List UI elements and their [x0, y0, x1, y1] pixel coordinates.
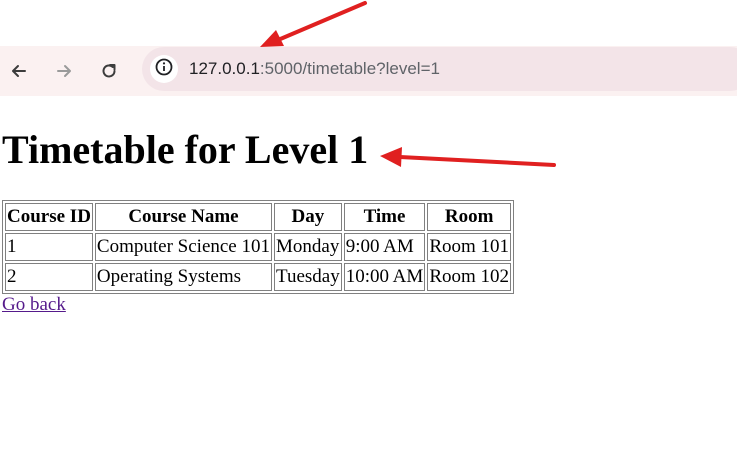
table-row: 2 Operating Systems Tuesday 10:00 AM Roo… [5, 263, 512, 291]
table-cell: Room 102 [427, 263, 512, 291]
column-header: Time [343, 203, 426, 231]
page-content: Timetable for Level 1 Course ID Course N… [2, 100, 515, 316]
go-back-link[interactable]: Go back [2, 294, 66, 316]
table-header-row: Course ID Course Name Day Time Room [5, 203, 512, 231]
column-header: Day [274, 203, 342, 231]
page-title: Timetable for Level 1 [2, 127, 369, 172]
column-header: Course ID [5, 203, 93, 231]
timetable-table: Course ID Course Name Day Time Room 1 Co… [2, 200, 515, 294]
reload-button[interactable] [94, 56, 124, 86]
info-icon [155, 58, 173, 81]
column-header: Room [427, 203, 512, 231]
table-cell: Tuesday [274, 263, 342, 291]
site-info-button[interactable] [150, 55, 178, 83]
table-cell: 10:00 AM [343, 263, 426, 291]
table-cell: Monday [274, 233, 342, 261]
table-cell: 9:00 AM [343, 233, 426, 261]
forward-button[interactable] [49, 56, 79, 86]
table-cell: 1 [5, 233, 93, 261]
url-text[interactable]: 127.0.0.1:5000/timetable?level=1 [189, 59, 440, 79]
url-host: 127.0.0.1 [189, 59, 260, 78]
arrow-left-icon [9, 61, 29, 81]
column-header: Course Name [94, 203, 272, 231]
table-cell: Computer Science 101 [94, 233, 272, 261]
table-cell: 2 [5, 263, 93, 291]
reload-icon [99, 61, 119, 81]
browser-toolbar: 127.0.0.1:5000/timetable?level=1 [0, 46, 737, 96]
table-row: 1 Computer Science 101 Monday 9:00 AM Ro… [5, 233, 512, 261]
url-path: :5000/timetable?level=1 [259, 59, 440, 78]
annotation-arrow [260, 1, 367, 47]
table-cell: Room 101 [427, 233, 512, 261]
table-cell: Operating Systems [94, 263, 272, 291]
back-button[interactable] [4, 56, 34, 86]
arrow-right-icon [54, 61, 74, 81]
address-bar[interactable]: 127.0.0.1:5000/timetable?level=1 [142, 47, 737, 91]
